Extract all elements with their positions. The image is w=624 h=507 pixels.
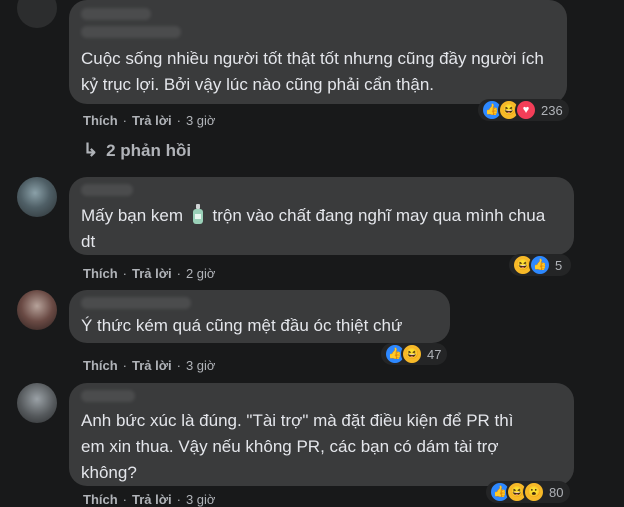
reply-button[interactable]: Trả lời <box>132 358 172 373</box>
comment-actions: Thích · Trả lời · 3 giờ <box>83 357 216 373</box>
author-name-blurred[interactable] <box>81 184 133 196</box>
reactions-summary[interactable]: 👍 😆 47 <box>381 343 447 365</box>
comment-bubble: Ý thức kém quá cũng mệt đầu óc thiệt chứ <box>69 290 450 343</box>
reply-button[interactable]: Trả lời <box>132 266 172 281</box>
reaction-count: 47 <box>427 346 442 362</box>
comment-actions: Thích · Trả lời · 3 giờ <box>83 112 216 128</box>
author-name-blurred[interactable] <box>81 297 191 309</box>
lotion-bottle-icon <box>192 204 204 224</box>
comment-text: Anh bức xúc là đúng. "Tài trợ" mà đặt đi… <box>81 411 514 482</box>
like-button[interactable]: Thích <box>83 358 118 373</box>
reaction-count: 236 <box>541 102 563 118</box>
reply-button[interactable]: Trả lời <box>132 492 172 507</box>
avatar[interactable] <box>17 290 57 330</box>
author-name-blurred[interactable] <box>81 26 181 38</box>
comment-actions: Thích · Trả lời · 3 giờ <box>83 491 216 507</box>
reaction-count: 80 <box>549 484 564 500</box>
reaction-count: 5 <box>555 257 563 273</box>
comment-bubble: Mấy bạn kem trộn vào chất đang nghĩ may … <box>69 177 574 255</box>
timestamp[interactable]: 2 giờ <box>186 266 216 281</box>
timestamp[interactable]: 3 giờ <box>186 492 216 507</box>
like-button[interactable]: Thích <box>83 266 118 281</box>
like-button[interactable]: Thích <box>83 113 118 128</box>
comment-text: Cuộc sống nhiều người tốt thật tốt nhưng… <box>81 49 544 94</box>
wow-icon: 😮 <box>523 481 545 503</box>
love-icon: ♥ <box>515 99 537 121</box>
comment-bubble: Anh bức xúc là đúng. "Tài trợ" mà đặt đi… <box>69 383 574 486</box>
view-replies-button[interactable]: ↳ 2 phản hồi <box>83 140 191 161</box>
reply-arrow-icon: ↳ <box>83 140 99 160</box>
reactions-summary[interactable]: 👍 😆 😮 80 <box>486 481 570 503</box>
replies-label: 2 phản hồi <box>106 140 192 160</box>
author-name-blurred[interactable] <box>81 8 151 20</box>
comment-text: Mấy bạn kem trộn vào chất đang nghĩ may … <box>81 204 546 251</box>
comment-bubble: Cuộc sống nhiều người tốt thật tốt nhưng… <box>69 0 567 104</box>
like-icon: 👍 <box>529 254 551 276</box>
timestamp[interactable]: 3 giờ <box>186 358 216 373</box>
avatar[interactable] <box>17 0 57 28</box>
avatar[interactable] <box>17 177 57 217</box>
avatar[interactable] <box>17 383 57 423</box>
reply-button[interactable]: Trả lời <box>132 113 172 128</box>
like-button[interactable]: Thích <box>83 492 118 507</box>
timestamp[interactable]: 3 giờ <box>186 113 216 128</box>
comment-text: Ý thức kém quá cũng mệt đầu óc thiệt chứ <box>81 316 403 335</box>
reactions-summary[interactable]: 😆 👍 5 <box>509 254 571 276</box>
haha-icon: 😆 <box>401 343 423 365</box>
comment-actions: Thích · Trả lời · 2 giờ <box>83 265 216 281</box>
author-name-blurred[interactable] <box>81 390 135 402</box>
reactions-summary[interactable]: 👍 😆 ♥ 236 <box>478 99 569 121</box>
